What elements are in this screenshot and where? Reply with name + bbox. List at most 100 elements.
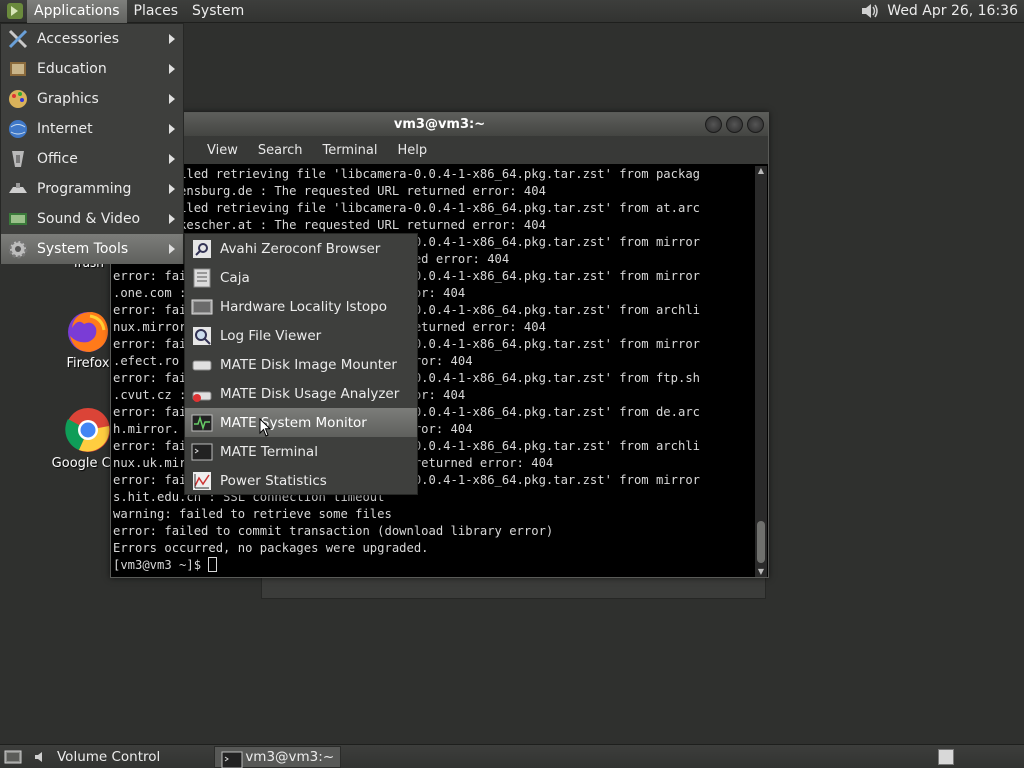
app-menu-item-label: Education — [37, 61, 107, 77]
app-menu-item-education[interactable]: Education — [1, 54, 183, 84]
submenu-arrow-icon — [169, 184, 175, 194]
scrollbar-thumb[interactable] — [757, 521, 765, 563]
terminal-icon — [191, 441, 213, 463]
maximize-button[interactable] — [726, 116, 743, 133]
submenu-arrow-icon — [169, 94, 175, 104]
mate-logo-icon[interactable] — [5, 1, 25, 21]
window-titlebar[interactable]: vm3@vm3:~ — [111, 113, 768, 136]
window-title: vm3@vm3:~ — [393, 117, 486, 132]
log-viewer-icon — [191, 325, 213, 347]
app-menu-item-label: Programming — [37, 181, 132, 197]
terminal-line: h.mirror.kescher.at : The requested URL … — [113, 218, 546, 232]
terminal-line: warning: failed to retrieve some files — [113, 507, 392, 521]
terminal-line: [vm3@vm3 ~]$ — [113, 557, 755, 574]
submenu-arrow-icon — [169, 64, 175, 74]
submenu-item-label: Hardware Locality lstopo — [220, 298, 387, 315]
volume-control-icon — [33, 749, 49, 765]
submenu-arrow-icon — [169, 124, 175, 134]
show-desktop-icon[interactable] — [3, 748, 23, 766]
app-menu-item-label: Internet — [37, 121, 93, 137]
app-menu-item-label: Accessories — [37, 31, 120, 47]
app-menu-item-internet[interactable]: Internet — [1, 114, 183, 144]
menu-view[interactable]: View — [197, 143, 248, 158]
clock[interactable]: Wed Apr 26, 16:36 — [887, 3, 1024, 19]
submenu-item-log-file-viewer[interactable]: Log File Viewer — [185, 321, 417, 350]
submenu-item-label: MATE Disk Image Mounter — [220, 356, 397, 373]
submenu-item-hardware-locality-lstopo[interactable]: Hardware Locality lstopo — [185, 292, 417, 321]
terminal-menubar: View Search Terminal Help — [111, 136, 768, 164]
app-menu-item-label: Sound & Video — [37, 211, 141, 227]
terminal-icon — [221, 749, 243, 768]
terminal-line: e.net.regensburg.de : The requested URL … — [113, 184, 546, 198]
task-volume-control[interactable]: Volume Control — [27, 746, 166, 768]
submenu-item-caja[interactable]: Caja — [185, 263, 417, 292]
app-menu-item-accessories[interactable]: Accessories — [1, 24, 183, 54]
submenu-arrow-icon — [169, 34, 175, 44]
submenu-item-mate-system-monitor[interactable]: MATE System Monitor — [185, 408, 417, 437]
office-icon — [7, 148, 29, 170]
chrome-icon — [64, 406, 112, 454]
close-button[interactable] — [747, 116, 764, 133]
app-menu-item-office[interactable]: Office — [1, 144, 183, 174]
submenu-item-mate-disk-usage-analyzer[interactable]: MATE Disk Usage Analyzer — [185, 379, 417, 408]
menu-terminal[interactable]: Terminal — [313, 143, 388, 158]
app-menu-item-sound-video[interactable]: Sound & Video — [1, 204, 183, 234]
submenu-item-label: Avahi Zeroconf Browser — [220, 240, 381, 257]
submenu-arrow-icon — [169, 154, 175, 164]
task-label: Volume Control — [57, 748, 161, 765]
submenu-item-mate-terminal[interactable]: MATE Terminal — [185, 437, 417, 466]
terminal-line: error: failed retrieving file 'libcamera… — [113, 167, 700, 181]
submenu-item-label: Caja — [220, 269, 250, 286]
system-tools-icon — [7, 238, 29, 260]
terminal-cursor — [208, 557, 218, 572]
scroll-up-arrow-icon[interactable]: ▲ — [755, 166, 767, 176]
task-label: vm3@vm3:~ — [245, 748, 335, 765]
workspace-switcher[interactable] — [938, 748, 954, 765]
disk-mounter-icon — [191, 354, 213, 376]
file-manager-icon — [191, 267, 213, 289]
programming-icon — [7, 178, 29, 200]
submenu-item-avahi-zeroconf-browser[interactable]: Avahi Zeroconf Browser — [185, 234, 417, 263]
app-menu-item-label: Graphics — [37, 91, 99, 107]
minimize-button[interactable] — [705, 116, 722, 133]
submenu-arrow-icon — [169, 244, 175, 254]
volume-icon[interactable] — [859, 1, 881, 21]
system-menu[interactable]: System — [185, 0, 251, 23]
top-panel: Applications Places System Wed Apr 26, 1… — [0, 0, 1024, 23]
internet-icon — [7, 118, 29, 140]
task-terminal[interactable]: vm3@vm3:~ — [214, 745, 342, 768]
app-menu-item-system-tools[interactable]: System Tools — [1, 234, 183, 264]
submenu-item-power-statistics[interactable]: Power Statistics — [185, 466, 417, 495]
submenu-arrow-icon — [169, 214, 175, 224]
bottom-panel: Volume Control vm3@vm3:~ — [0, 744, 1024, 768]
scroll-down-arrow-icon[interactable]: ▼ — [755, 567, 767, 577]
terminal-line: Errors occurred, no packages were upgrad… — [113, 541, 429, 555]
accessories-icon — [7, 28, 29, 50]
sound-video-icon — [7, 208, 29, 230]
terminal-line: error: failed retrieving file 'libcamera… — [113, 201, 700, 215]
applications-dropdown: Accessories Education Graphics Internet Offi… — [0, 23, 184, 264]
firefox-icon — [64, 306, 112, 354]
submenu-item-label: Power Statistics — [220, 472, 327, 489]
menu-help[interactable]: Help — [387, 143, 437, 158]
app-menu-item-label: Office — [37, 151, 78, 167]
mouse-pointer-icon — [259, 417, 273, 438]
submenu-item-label: MATE System Monitor — [220, 414, 367, 431]
terminal-scrollbar[interactable]: ▲ ▼ — [755, 166, 767, 577]
power-stats-icon — [191, 470, 213, 492]
avahi-icon — [191, 238, 213, 260]
submenu-item-label: Log File Viewer — [220, 327, 322, 344]
menu-search[interactable]: Search — [248, 143, 313, 158]
terminal-line: error: failed to commit transaction (dow… — [113, 524, 554, 538]
app-menu-item-programming[interactable]: Programming — [1, 174, 183, 204]
applications-menu[interactable]: Applications — [27, 0, 127, 23]
hardware-icon — [191, 296, 213, 318]
submenu-item-mate-disk-image-mounter[interactable]: MATE Disk Image Mounter — [185, 350, 417, 379]
app-menu-item-graphics[interactable]: Graphics — [1, 84, 183, 114]
places-menu[interactable]: Places — [127, 0, 186, 23]
graphics-icon — [7, 88, 29, 110]
submenu-item-label: MATE Terminal — [220, 443, 318, 460]
system-tools-submenu: Avahi Zeroconf Browser Caja Hardware Local… — [184, 233, 418, 495]
app-menu-item-label: System Tools — [37, 241, 129, 257]
submenu-item-label: MATE Disk Usage Analyzer — [220, 385, 400, 402]
